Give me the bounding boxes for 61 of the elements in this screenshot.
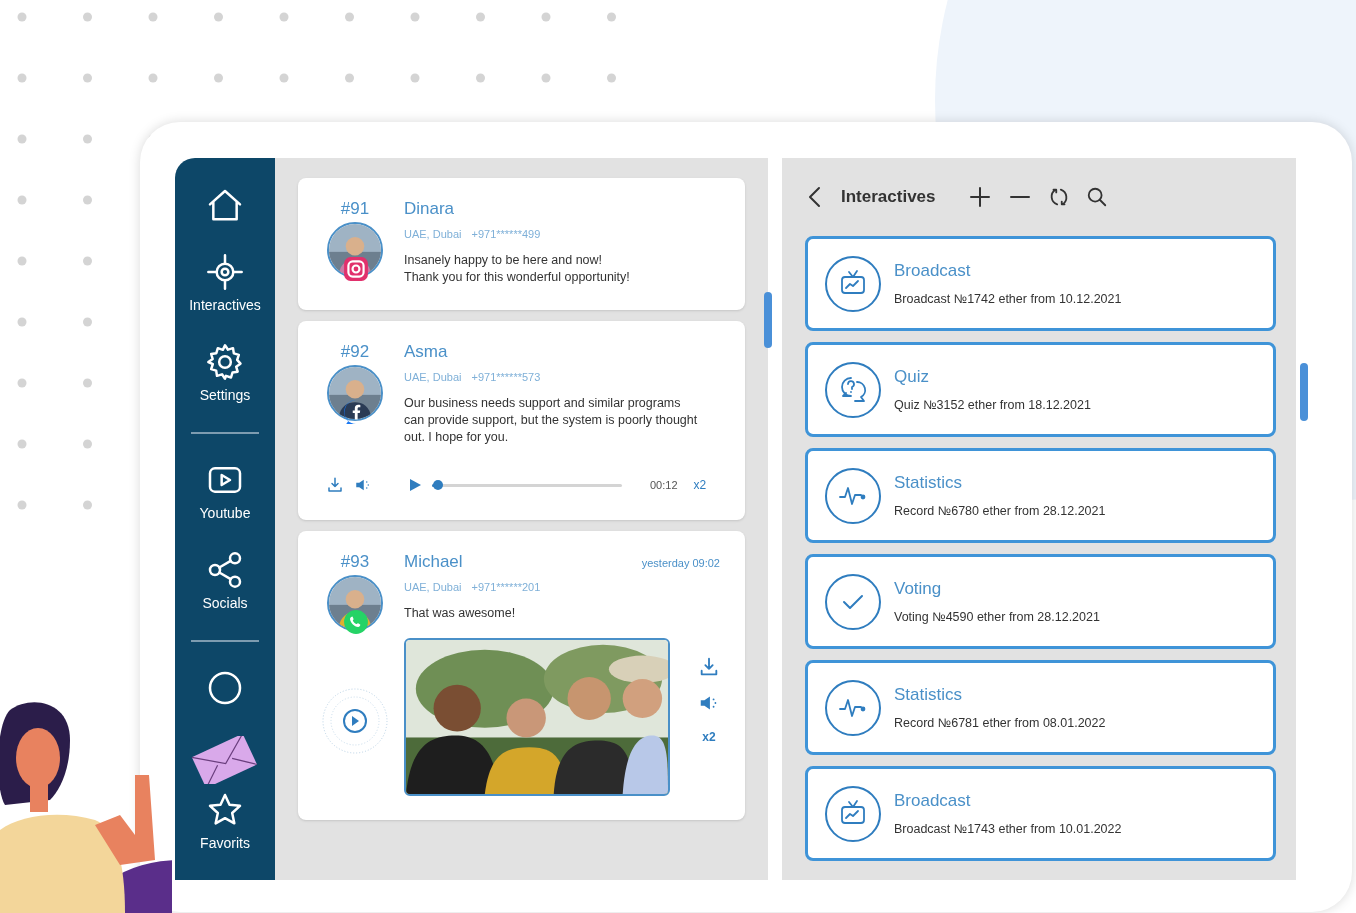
interactive-card[interactable]: Statistics Record №6780 ether from 28.12.2021 [805,448,1276,543]
message-text: Insanely happy to be here and now! Thank you for this wonderful opportunity! [404,252,631,286]
search-icon[interactable] [1085,186,1108,208]
tv-icon [824,784,882,843]
sender-location: UAE, Dubai [404,369,462,385]
interactive-card[interactable]: Statistics Record №6781 ether from 08.01.2022 [805,660,1276,755]
message-text: Our business needs support and similar programs can provide support, but the system is poorly thought out. I hope for you. [404,395,699,446]
sidebar-item[interactable]: Socials [202,550,248,614]
card-subtitle: Voting №4590 ether from 28.12.2021 [894,608,1100,626]
card-title: Quiz [894,366,930,389]
audio-track[interactable] [432,483,622,487]
target-icon [205,252,245,292]
scrollbar-thumb [1300,363,1308,421]
play-icon[interactable] [321,686,389,755]
interactive-card[interactable]: Quiz Quiz №3152 ether from 18.12.2021 [805,342,1276,437]
sender-name: Asma [404,341,449,363]
download-icon[interactable] [326,476,344,494]
panel-title: Interactives [841,186,936,209]
message-number: #92 [340,341,370,363]
pulse-icon [824,678,882,737]
card-subtitle: Broadcast №1742 ether from 10.12.2021 [894,290,1122,308]
card-title: Voting [894,578,943,601]
audio-time: 00:12 [650,477,678,493]
card-title: Broadcast [894,260,972,283]
interactive-card[interactable]: Broadcast Broadcast №1743 ether from 10.01.2022 [805,766,1276,861]
question-icon [824,360,882,419]
speed-button[interactable]: x2 [693,476,707,494]
sidebar-item[interactable]: Settings [199,342,251,406]
message-number: #91 [340,198,370,220]
phone-icon [343,608,369,635]
sidebar-item[interactable]: Youtube [199,460,251,524]
sender-phone: +971******201 [471,579,541,595]
scrollbar-thumb [764,292,772,348]
download-icon[interactable] [698,656,720,678]
card-title: Statistics [894,684,964,707]
sidebar-item[interactable]: Favorits [200,790,250,854]
card-subtitle: Quiz №3152 ether from 18.12.2021 [894,396,1091,414]
check-icon [824,572,882,631]
card-subtitle: Record №6781 ether from 08.01.2022 [894,714,1106,732]
card-title: Broadcast [894,790,972,813]
pulse-icon [824,466,882,525]
message-number: #93 [340,551,370,573]
play-icon[interactable] [408,478,422,492]
sender-phone: +971******499 [471,226,541,242]
settings-icon [205,342,245,382]
sender-name: Michael [404,551,463,573]
sender-location: UAE, Dubai [404,579,462,595]
tv-icon [824,254,882,313]
card-subtitle: Record №6780 ether from 28.12.2021 [894,502,1106,520]
speed-button[interactable]: x2 [702,728,716,746]
card-title: Statistics [894,472,964,495]
sender-phone: +971******573 [471,369,541,385]
sender-location: UAE, Dubai [404,226,462,242]
interactive-card[interactable]: Voting Voting №4590 ether from 28.12.2021 [805,554,1276,649]
sender-name: Dinara [404,198,455,220]
message-text: That was awesome! [404,605,517,622]
interactive-card[interactable]: Broadcast Broadcast №1742 ether from 10.12.2021 [805,236,1276,331]
message-time: yesterday 09:02 [641,556,720,571]
card-subtitle: Broadcast №1743 ether from 10.01.2022 [894,820,1122,838]
sidebar-item[interactable]: Interactives [189,252,261,316]
plus-icon[interactable] [967,185,992,209]
